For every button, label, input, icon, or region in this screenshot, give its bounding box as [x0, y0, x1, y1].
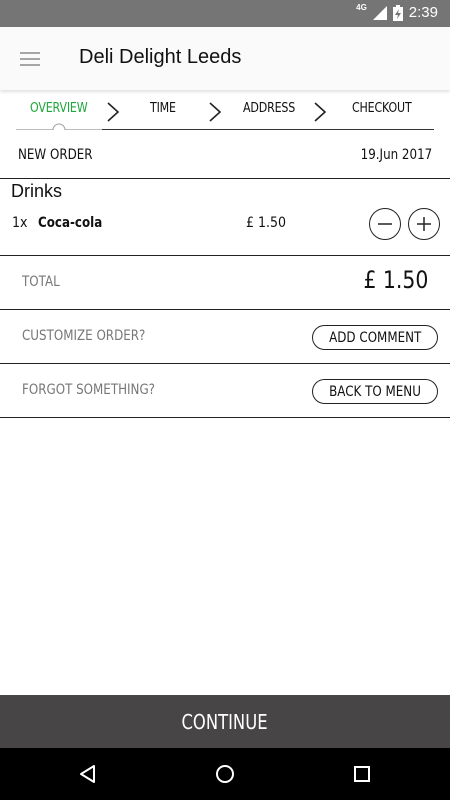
- forgot-label: FORGOT SOMETHING?: [22, 382, 155, 398]
- increase-quantity-button[interactable]: [408, 208, 440, 240]
- divider: [0, 178, 450, 179]
- checkout-steps: OVERVIEW TIME ADDRESS CHECKOUT: [16, 95, 434, 131]
- order-date: 19.Jun 2017: [360, 147, 432, 163]
- total-row: TOTAL £ 1.50: [0, 256, 450, 309]
- back-triangle-icon[interactable]: [76, 762, 100, 786]
- chevron-right-icon: [314, 102, 327, 122]
- total-value: £ 1.50: [363, 266, 428, 294]
- add-comment-label: ADD COMMENT: [328, 329, 421, 346]
- minus-icon: [378, 223, 392, 225]
- status-icons: 4G 2:39: [356, 3, 438, 21]
- chevron-right-icon: [107, 102, 120, 122]
- forgot-row: FORGOT SOMETHING? BACK TO MENU: [0, 364, 450, 418]
- step-overview[interactable]: OVERVIEW: [30, 101, 88, 116]
- order-header: NEW ORDER 19.Jun 2017: [0, 141, 450, 178]
- battery-charging-icon: [392, 4, 403, 21]
- status-time: 2:39: [408, 4, 438, 21]
- order-item-row: 1x Coca-cola £ 1.50: [0, 207, 450, 243]
- back-to-menu-button[interactable]: BACK TO MENU: [311, 379, 438, 404]
- recents-square-icon[interactable]: [350, 762, 374, 786]
- active-step-indicator: [52, 123, 66, 131]
- divider: [0, 417, 450, 418]
- hamburger-menu-icon[interactable]: [20, 52, 40, 66]
- order-label: NEW ORDER: [18, 147, 93, 163]
- item-quantity: 1x: [12, 215, 28, 231]
- item-price: £ 1.50: [246, 215, 287, 231]
- step-address[interactable]: ADDRESS: [243, 101, 295, 116]
- app-bar: Deli Delight Leeds: [0, 27, 450, 90]
- step-time[interactable]: TIME: [150, 101, 176, 116]
- add-comment-button[interactable]: ADD COMMENT: [311, 325, 438, 350]
- customize-row: CUSTOMIZE ORDER? ADD COMMENT: [0, 310, 450, 364]
- home-circle-icon[interactable]: [213, 762, 237, 786]
- total-label: TOTAL: [22, 274, 60, 290]
- status-bar: 4G 2:39: [0, 0, 450, 27]
- signal-icon: [372, 5, 387, 20]
- network-type: 4G: [356, 3, 367, 12]
- item-name: Coca-cola: [38, 215, 103, 231]
- continue-label: CONTINUE: [181, 709, 269, 734]
- decrease-quantity-button[interactable]: [369, 208, 401, 240]
- customize-label: CUSTOMIZE ORDER?: [22, 328, 146, 344]
- continue-button[interactable]: CONTINUE: [0, 695, 450, 748]
- system-nav-bar: [0, 748, 450, 800]
- plus-icon: [417, 217, 431, 231]
- section-title: Drinks: [11, 181, 63, 201]
- chevron-right-icon: [209, 102, 222, 122]
- step-checkout[interactable]: CHECKOUT: [352, 101, 412, 116]
- back-to-menu-label: BACK TO MENU: [329, 383, 421, 400]
- app-title: Deli Delight Leeds: [79, 46, 242, 68]
